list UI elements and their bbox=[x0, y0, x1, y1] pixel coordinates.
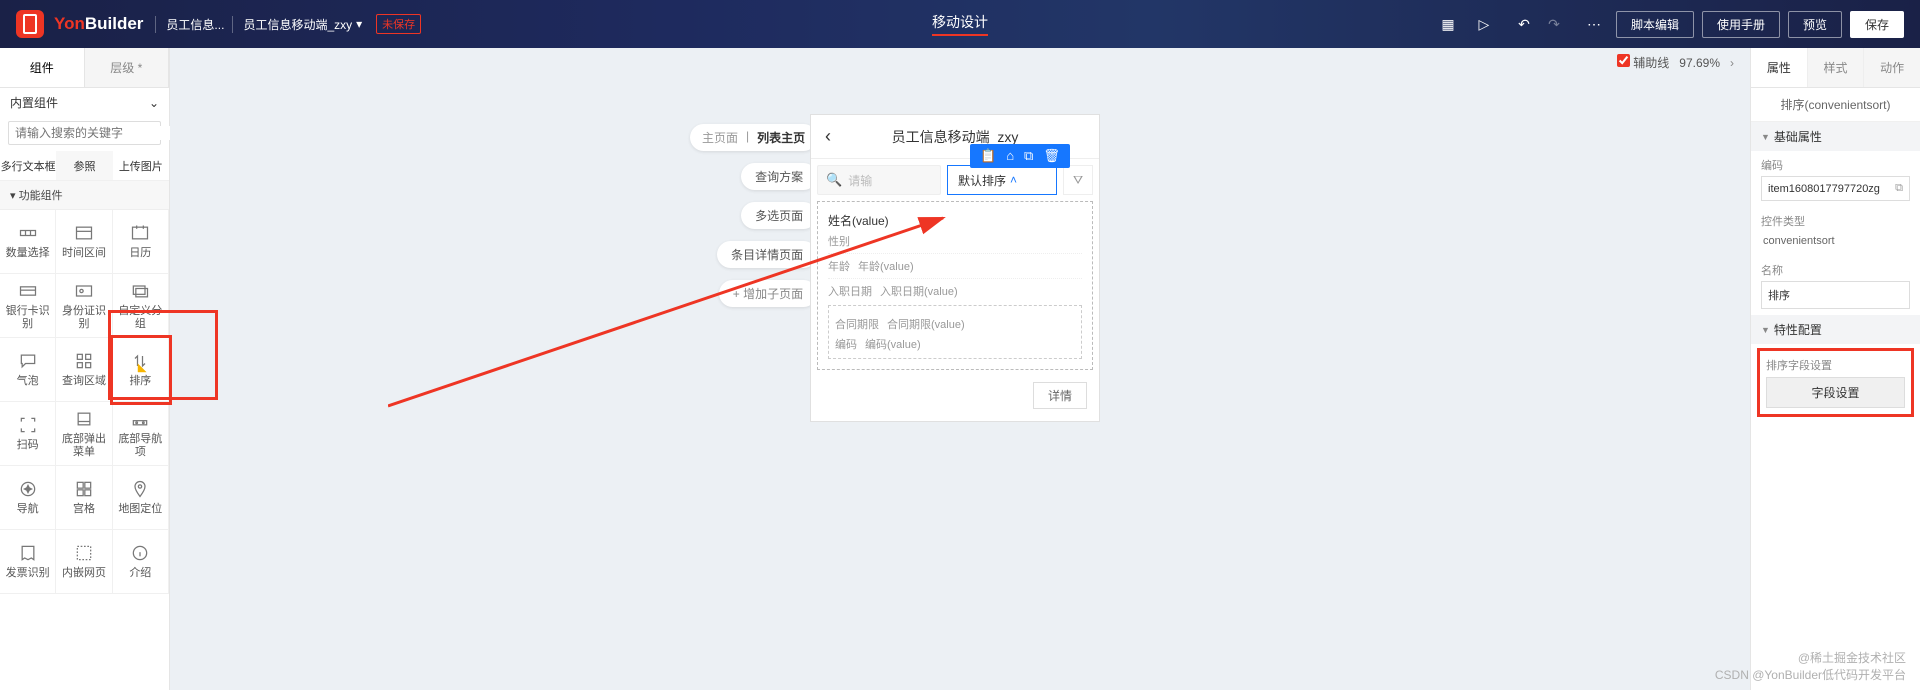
play-icon[interactable]: ▷ bbox=[1470, 10, 1498, 38]
manual-button[interactable]: 使用手册 bbox=[1702, 11, 1780, 38]
comp-bankcard[interactable]: 银行卡识别 bbox=[0, 274, 56, 338]
chevron-down-icon: ⌄ bbox=[149, 96, 159, 110]
tb-clipboard-icon[interactable]: 📋 bbox=[980, 148, 996, 164]
tb-home-icon[interactable]: ⌂ bbox=[1006, 148, 1014, 164]
logo-text: YonBuilder bbox=[54, 14, 143, 34]
back-icon[interactable]: ‹ bbox=[811, 126, 845, 147]
group-functional[interactable]: ▾ 功能组件 bbox=[0, 181, 169, 210]
component-grid: 数量选择 时间区间 日历 银行卡识别 身份证识别 自定义分组 气泡 查询区域 排… bbox=[0, 210, 169, 594]
save-button[interactable]: 保存 bbox=[1850, 11, 1904, 38]
watermark: @稀土掘金技术社区 CSDN @YonBuilder低代码开发平台 bbox=[1715, 650, 1906, 684]
tab-actions[interactable]: 动作 bbox=[1863, 48, 1920, 87]
tb-delete-icon[interactable]: 🗑 bbox=[1043, 148, 1060, 164]
comp-intro[interactable]: 介绍 bbox=[113, 530, 169, 594]
chevron-up-icon: ˄ bbox=[1010, 173, 1017, 187]
page-list: 主页面|列表主页 查询方案 多选页面 条目详情页面 + 增加子页面 bbox=[690, 124, 817, 307]
lbl-type: 控件类型 bbox=[1761, 213, 1910, 229]
cat-multitext[interactable]: 多行文本框 bbox=[0, 151, 56, 180]
comp-navitem[interactable]: 底部导航项 bbox=[113, 402, 169, 466]
field-type: convenientsort bbox=[1761, 232, 1910, 250]
comp-timerange[interactable]: 时间区间 bbox=[56, 210, 112, 274]
field-name: 姓名(value) bbox=[828, 212, 1082, 229]
preview-button[interactable]: 预览 bbox=[1788, 11, 1842, 38]
tab-components[interactable]: 组件 bbox=[0, 48, 85, 87]
device-search[interactable]: 🔍请输 bbox=[817, 165, 941, 195]
tab-style[interactable]: 样式 bbox=[1807, 48, 1864, 87]
cat-upload[interactable]: 上传图片 bbox=[113, 151, 169, 180]
selected-component-title: 排序(convenientsort) bbox=[1751, 88, 1920, 122]
field-name-input[interactable]: 排序 bbox=[1761, 281, 1910, 309]
sort-dropdown[interactable]: 默认排序˄ bbox=[947, 165, 1057, 195]
comp-counter[interactable]: 数量选择 bbox=[0, 210, 56, 274]
component-search[interactable]: 🔍 bbox=[8, 121, 161, 145]
more-icon[interactable]: ⋯ bbox=[1580, 10, 1608, 38]
section-trait[interactable]: 特性配置 bbox=[1751, 315, 1920, 344]
search-icon: 🔍 bbox=[826, 172, 842, 188]
comp-bubble[interactable]: 气泡 bbox=[0, 338, 56, 402]
detail-button[interactable]: 详情 bbox=[1033, 382, 1087, 409]
aux-lines-toggle[interactable]: 辅助线 bbox=[1617, 54, 1669, 71]
crumb-2[interactable]: 员工信息移动端_zxy ▾ bbox=[232, 16, 362, 33]
undo-icon[interactable]: ↶ bbox=[1510, 10, 1538, 38]
lbl-sortfield: 排序字段设置 bbox=[1766, 357, 1905, 373]
comp-webview[interactable]: 内嵌网页 bbox=[56, 530, 112, 594]
grid-icon[interactable]: ▦ bbox=[1434, 10, 1462, 38]
filter-icon[interactable]: ⛛ bbox=[1063, 165, 1093, 195]
dropdown-icon[interactable]: ▾ bbox=[356, 17, 362, 31]
page-query[interactable]: 查询方案 bbox=[741, 163, 817, 190]
search-input[interactable] bbox=[15, 126, 170, 140]
comp-customgroup[interactable]: 自定义分组 bbox=[113, 274, 169, 338]
tab-props[interactable]: 属性 bbox=[1751, 48, 1807, 87]
highlight-trait: 排序字段设置 字段设置 bbox=[1757, 348, 1914, 417]
canvas-controls: 辅助线 97.69% › bbox=[1617, 54, 1734, 71]
field-code[interactable]: item1608017797720zg⧉ bbox=[1761, 176, 1910, 201]
breadcrumb: 员工信息... 员工信息移动端_zxy ▾ 未保存 bbox=[155, 14, 421, 34]
canvas-area[interactable]: 辅助线 97.69% › 主页面|列表主页 查询方案 多选页面 条目详情页面 +… bbox=[170, 48, 1750, 690]
logo-icon bbox=[16, 10, 44, 38]
page-multi[interactable]: 多选页面 bbox=[741, 202, 817, 229]
comp-idcard[interactable]: 身份证识别 bbox=[56, 274, 112, 338]
page-detail[interactable]: 条目详情页面 bbox=[717, 241, 817, 268]
comp-calendar[interactable]: 日历 bbox=[113, 210, 169, 274]
chevron-right-icon[interactable]: › bbox=[1730, 56, 1734, 70]
comp-invoice[interactable]: 发票识别 bbox=[0, 530, 56, 594]
section-basic[interactable]: 基础属性 bbox=[1751, 122, 1920, 151]
top-bar: YonBuilder 员工信息... 员工信息移动端_zxy ▾ 未保存 移动设… bbox=[0, 0, 1920, 48]
cat-reference[interactable]: 参照 bbox=[56, 151, 112, 180]
lbl-code: 编码 bbox=[1761, 157, 1910, 173]
lbl-name: 名称 bbox=[1761, 262, 1910, 278]
page-mode-tab[interactable]: 移动设计 bbox=[932, 12, 988, 36]
comp-scan[interactable]: 扫码 bbox=[0, 402, 56, 466]
list-card[interactable]: 姓名(value) 性别 年龄年龄(value) 入职日期入职日期(value)… bbox=[817, 201, 1093, 370]
left-panel: 组件 层级 * 内置组件⌄ 🔍 多行文本框 参照 上传图片 ▾ 功能组件 数量选… bbox=[0, 48, 170, 690]
page-main[interactable]: 主页面|列表主页 bbox=[690, 124, 817, 151]
comp-queryarea[interactable]: 查询区域 bbox=[56, 338, 112, 402]
right-panel: 属性 样式 动作 排序(convenientsort) 基础属性 编码 item… bbox=[1750, 48, 1920, 690]
unsaved-tag: 未保存 bbox=[376, 14, 421, 34]
comp-actionsheet[interactable]: 底部弹出菜单 bbox=[56, 402, 112, 466]
comp-nav[interactable]: 导航 bbox=[0, 466, 56, 530]
selection-toolbar: 📋 ⌂ ⧉ 🗑 bbox=[970, 144, 1070, 168]
copy-icon[interactable]: ⧉ bbox=[1895, 182, 1903, 195]
zoom-level: 97.69% bbox=[1679, 56, 1720, 70]
comp-grid[interactable]: 宫格 bbox=[56, 466, 112, 530]
tb-copy-icon[interactable]: ⧉ bbox=[1024, 148, 1033, 164]
comp-mappin[interactable]: 地图定位 bbox=[113, 466, 169, 530]
add-child-page[interactable]: + 增加子页面 bbox=[719, 280, 817, 307]
crumb-1[interactable]: 员工信息... bbox=[155, 16, 224, 33]
redo-icon[interactable]: ↷ bbox=[1540, 10, 1568, 38]
script-edit-button[interactable]: 脚本编辑 bbox=[1616, 11, 1694, 38]
tab-hierarchy[interactable]: 层级 * bbox=[85, 48, 170, 87]
builtin-toggle[interactable]: 内置组件⌄ bbox=[0, 88, 169, 117]
comp-sort[interactable]: 排序 bbox=[113, 338, 169, 402]
field-setting-button[interactable]: 字段设置 bbox=[1766, 377, 1905, 408]
